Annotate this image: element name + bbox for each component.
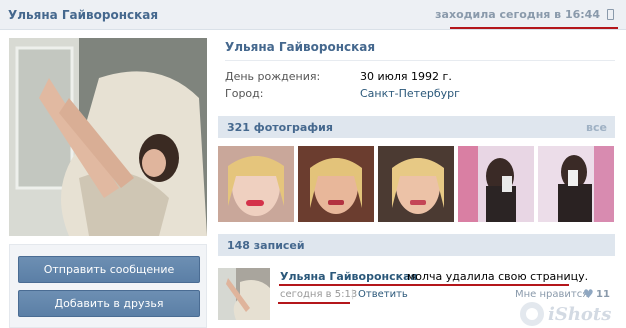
- mobile-icon: [607, 9, 614, 20]
- city-label: Город:: [225, 87, 264, 100]
- profile-avatar[interactable]: [9, 38, 207, 236]
- photo-thumbnail[interactable]: [298, 146, 374, 222]
- photos-header[interactable]: 321 фотография все: [218, 116, 615, 138]
- post-text-underline: [279, 284, 569, 286]
- city-link[interactable]: Санкт-Петербург: [360, 87, 460, 100]
- heart-icon[interactable]: ♥: [583, 287, 594, 301]
- like-label[interactable]: Мне нравится: [515, 289, 588, 300]
- online-status: заходила сегодня в 16:44: [435, 8, 600, 21]
- post-date-underline: [278, 302, 350, 304]
- status-underline: [450, 27, 618, 29]
- posts-count[interactable]: 148 записей: [227, 239, 305, 252]
- post-avatar[interactable]: [218, 268, 270, 320]
- watermark-text: iShots: [548, 304, 612, 325]
- profile-name: Ульяна Гайворонская: [225, 40, 376, 54]
- photos-all-link[interactable]: все: [586, 121, 607, 134]
- photo-thumbnail[interactable]: [218, 146, 294, 222]
- birthday-value: 30 июля 1992 г.: [360, 70, 452, 83]
- profile-header: Ульяна Гайворонская заходила сегодня в 1…: [0, 0, 626, 30]
- watermark-logo-icon: [520, 302, 544, 326]
- birthday-label: День рождения:: [225, 70, 321, 83]
- photo-thumbnail[interactable]: [378, 146, 454, 222]
- post-author-link[interactable]: Ульяна Гайворонская: [280, 270, 418, 283]
- add-friend-button[interactable]: Добавить в друзья: [18, 290, 200, 317]
- post-date-link[interactable]: сегодня в 5:13: [280, 289, 357, 300]
- photos-count[interactable]: 321 фотография: [227, 121, 333, 134]
- reply-link[interactable]: Ответить: [358, 289, 408, 300]
- post-separator: |: [351, 289, 355, 300]
- watermark: iShots: [518, 300, 618, 328]
- like-count[interactable]: 11: [596, 289, 610, 300]
- photo-thumbnail[interactable]: [458, 146, 534, 222]
- header-name[interactable]: Ульяна Гайворонская: [8, 8, 158, 22]
- post-text: молча удалила свою страницу.: [407, 270, 589, 283]
- posts-header[interactable]: 148 записей: [218, 234, 615, 256]
- divider: [225, 60, 615, 61]
- send-message-button[interactable]: Отправить сообщение: [18, 256, 200, 283]
- profile-actions: Отправить сообщение Добавить в друзья: [9, 244, 207, 328]
- photo-thumbnail[interactable]: [538, 146, 614, 222]
